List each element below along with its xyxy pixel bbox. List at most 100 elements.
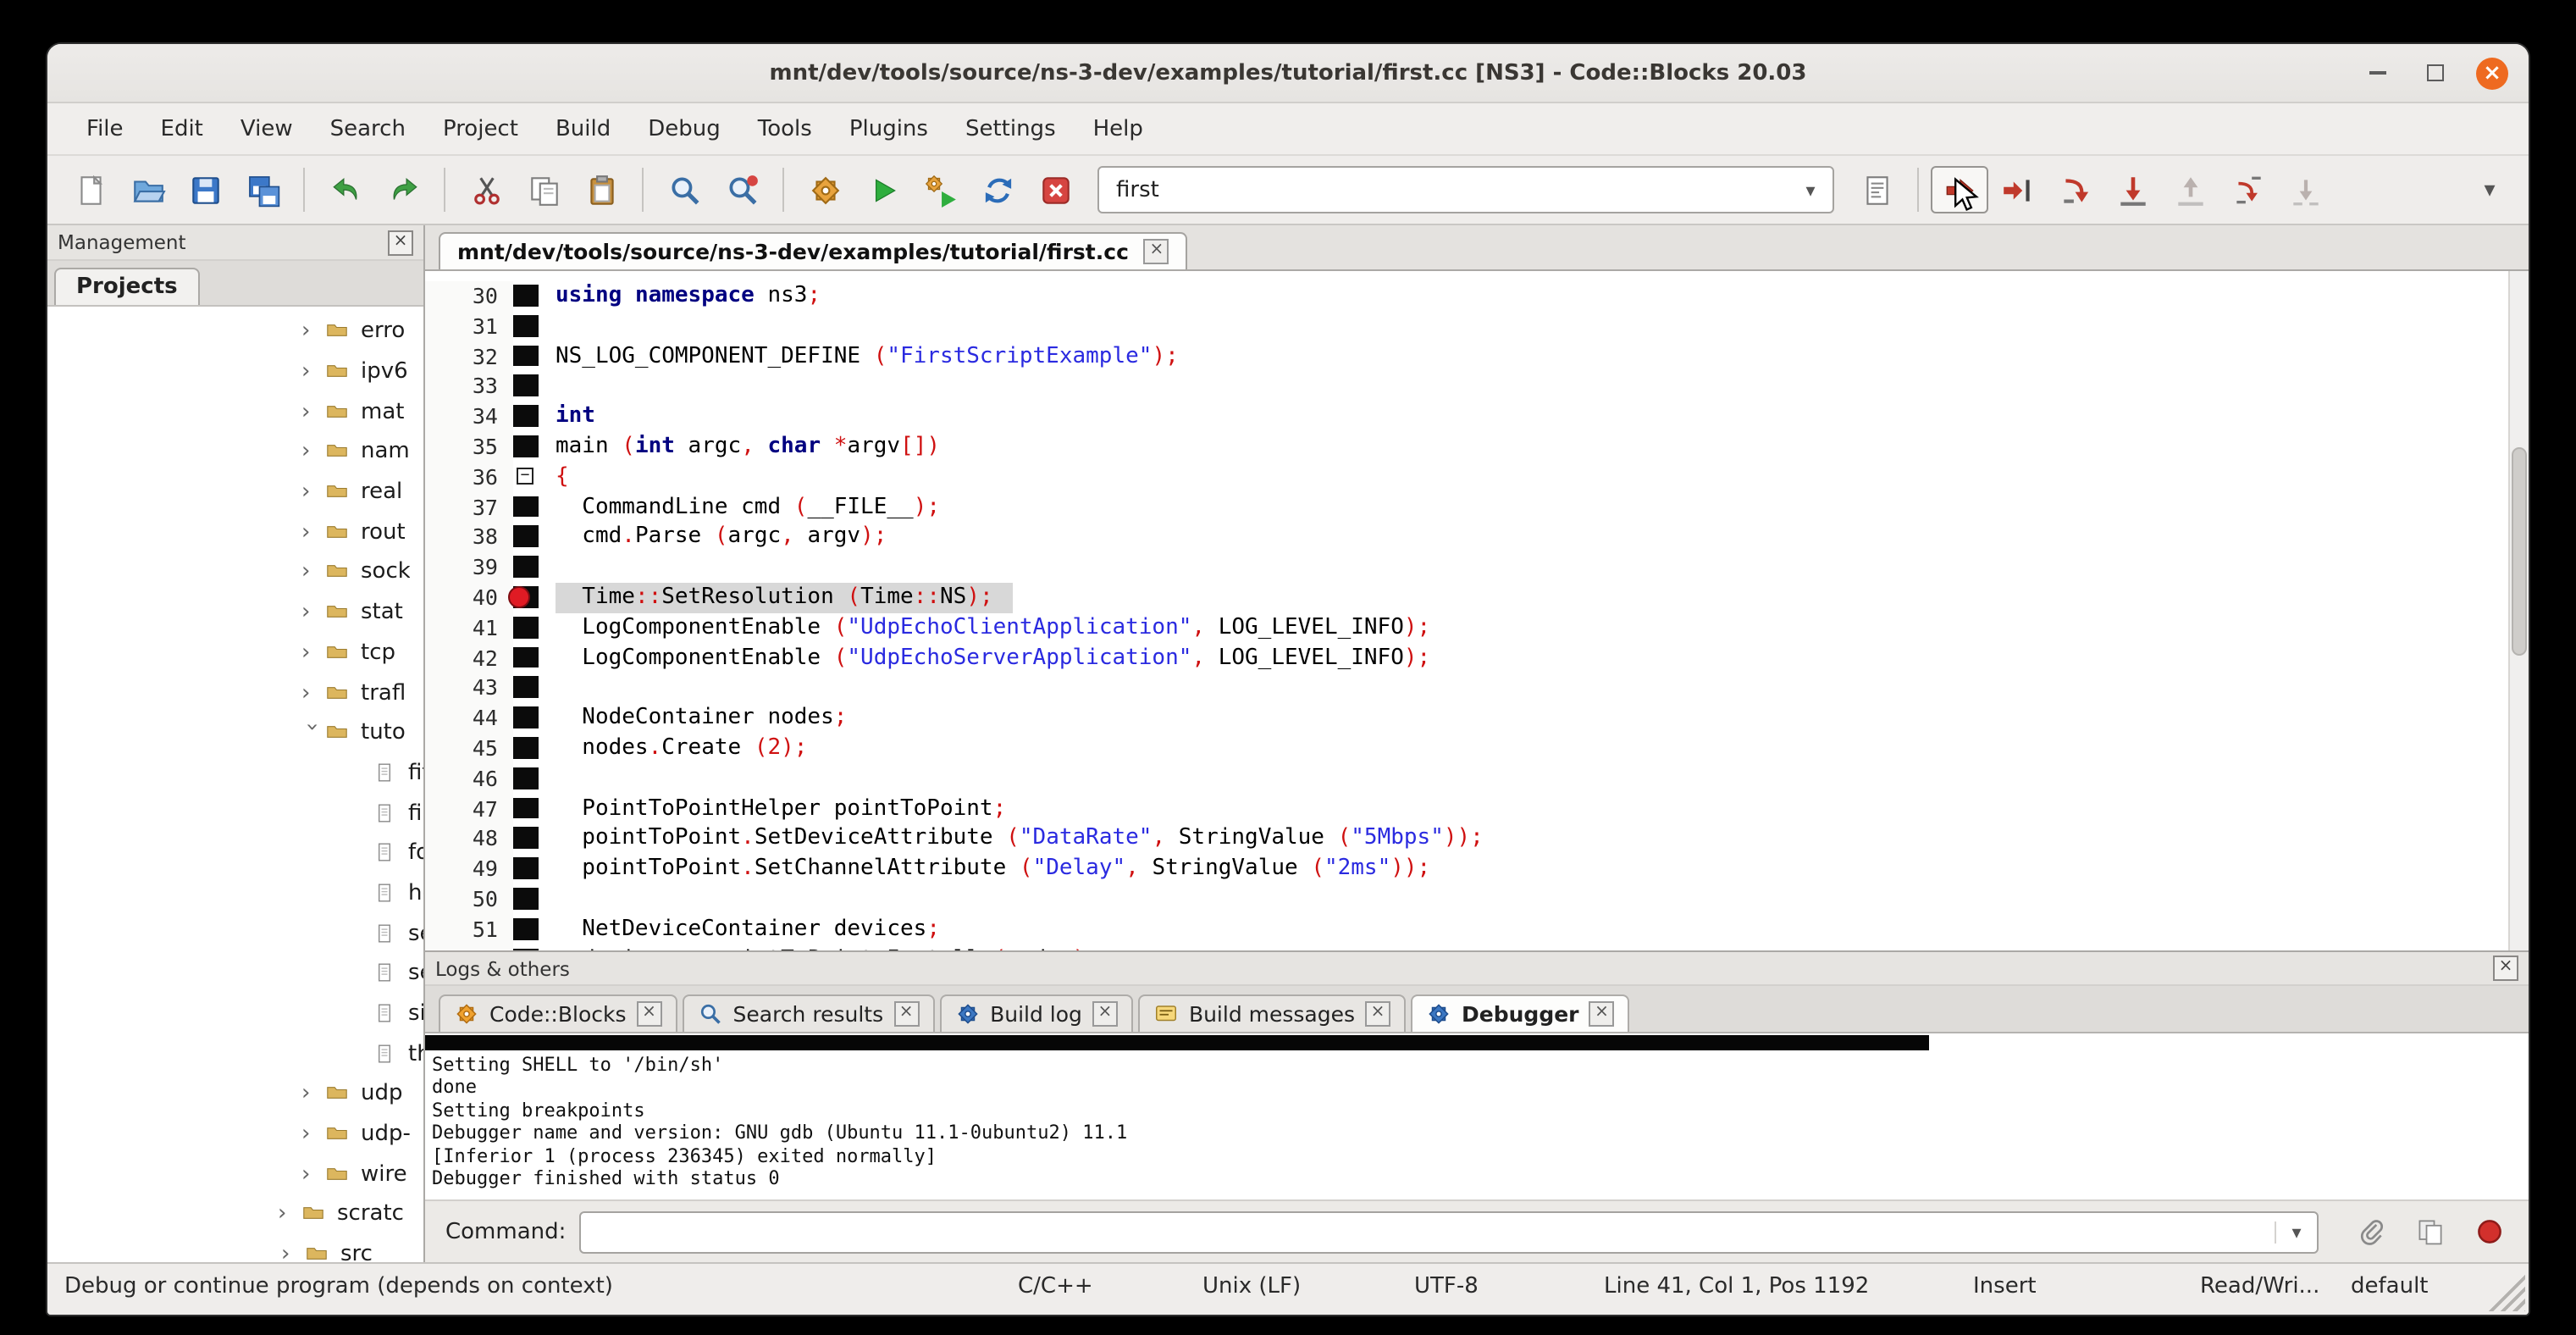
command-dropdown-icon[interactable]: ▾ [2275,1221,2317,1243]
maximize-button[interactable] [2418,57,2451,89]
code-text[interactable] [539,552,2529,583]
build-target-combo[interactable]: first▾ [1097,166,1834,213]
code-text[interactable]: main (int argc, char *argv[]) [539,432,2529,463]
logs-close-icon[interactable]: × [2493,956,2518,981]
find-button[interactable] [655,166,713,213]
fold-margin[interactable] [513,372,539,402]
chevron-right-icon[interactable]: › [301,1122,322,1147]
line-number[interactable]: 31 [425,312,513,342]
save-button[interactable] [176,166,234,213]
line-number[interactable]: 48 [425,824,513,855]
editor-tab-first-cc[interactable]: mnt/dev/tools/source/ns-3-dev/examples/t… [439,232,1188,269]
chevron-right-icon[interactable]: › [301,440,322,465]
code-text[interactable]: { [539,463,2529,493]
line-number[interactable]: 49 [425,854,513,884]
fold-margin[interactable] [513,703,539,734]
cut-button[interactable] [457,166,515,213]
fold-margin[interactable] [513,613,539,644]
tab-close-icon[interactable]: × [637,1001,662,1027]
code-text[interactable]: cmd.Parse (argc, argv); [539,523,2529,553]
copy-output-button[interactable] [2408,1211,2452,1252]
tree-item-se[interactable]: se [47,914,423,954]
code-text[interactable] [539,312,2529,342]
step-into-instruction-button[interactable] [2276,166,2334,213]
tab-close-icon[interactable]: × [1589,1001,1615,1027]
fold-margin[interactable] [513,854,539,884]
code-text[interactable] [539,372,2529,402]
log-tab-build-messages[interactable]: Build messages× [1138,994,1406,1032]
chevron-right-icon[interactable]: › [281,1242,301,1262]
code-text[interactable]: LogComponentEnable ("UdpEchoClientApplic… [539,613,2529,644]
fold-margin[interactable] [513,402,539,432]
minimize-button[interactable] [2361,57,2393,89]
management-close-icon[interactable]: × [388,230,413,255]
fold-margin[interactable] [513,312,539,342]
tree-item-tuto[interactable]: ›tuto [47,713,423,753]
debug-continue-button[interactable] [1931,166,1988,213]
step-into-button[interactable] [2103,166,2161,213]
chevron-right-icon[interactable]: › [301,680,322,706]
save-all-button[interactable] [234,166,291,213]
line-number[interactable]: 34 [425,402,513,432]
open-file-button[interactable] [119,166,176,213]
redo-button[interactable] [374,166,432,213]
step-out-button[interactable] [2161,166,2219,213]
code-text[interactable]: nodes.Create (2); [539,734,2529,764]
stop-debugger-button[interactable] [2468,1211,2512,1252]
tree-item-th[interactable]: th [47,1034,423,1074]
next-line-button[interactable] [2046,166,2103,213]
tree-item-erro[interactable]: ›erro [47,312,423,352]
line-number[interactable]: 35 [425,432,513,463]
code-text[interactable]: devices = pointToPoint.Install (nodes); [539,944,2529,950]
line-number[interactable]: 47 [425,794,513,824]
chevron-right-icon[interactable]: › [301,640,322,666]
menu-search[interactable]: Search [312,109,424,148]
line-number[interactable]: 37 [425,492,513,523]
code-text[interactable] [539,884,2529,915]
fold-margin[interactable] [513,552,539,583]
chevron-right-icon[interactable]: › [301,600,322,625]
tree-item-fif[interactable]: fif [47,753,423,793]
log-tab-debugger[interactable]: Debugger× [1411,994,1630,1032]
menu-plugins[interactable]: Plugins [831,109,947,148]
build-button[interactable] [796,166,854,213]
code-text[interactable]: NetDeviceContainer devices; [539,914,2529,944]
code-text[interactable]: using namespace ns3; [539,281,2529,312]
chevron-right-icon[interactable]: › [301,1162,322,1188]
code-editor[interactable]: 30using namespace ns3;3132NS_LOG_COMPONE… [425,271,2529,950]
line-number[interactable]: 32 [425,341,513,372]
tree-item-real[interactable]: ›real [47,473,423,512]
fold-margin[interactable] [513,764,539,795]
log-tab-code-blocks[interactable]: Code::Blocks× [439,994,677,1032]
tab-projects[interactable]: Projects [54,268,200,305]
menu-view[interactable]: View [222,109,312,148]
command-input[interactable] [581,1212,2275,1251]
line-number[interactable]: 36 [425,463,513,493]
copy-button[interactable] [515,166,572,213]
rebuild-button[interactable] [969,166,1026,213]
chevron-down-icon[interactable]: › [299,723,324,743]
log-tab-build-log[interactable]: Build log× [939,994,1133,1032]
resize-grip[interactable] [2483,1269,2525,1311]
chevron-right-icon[interactable]: › [301,520,322,546]
tree-item-rout[interactable]: ›rout [47,512,423,552]
line-number[interactable]: 43 [425,673,513,704]
fold-margin[interactable] [513,673,539,704]
menu-debug[interactable]: Debug [629,109,739,148]
next-instruction-button[interactable] [2219,166,2276,213]
fold-margin[interactable] [513,734,539,764]
tree-item-udp[interactable]: ›udp [47,1074,423,1114]
menu-settings[interactable]: Settings [947,109,1075,148]
code-text[interactable] [539,673,2529,704]
compile-report-button[interactable] [1848,166,1905,213]
undo-button[interactable] [317,166,374,213]
tree-item-stat[interactable]: ›stat [47,593,423,633]
tree-item-ipv6[interactable]: ›ipv6 [47,352,423,391]
chevron-down-icon[interactable]: ▾ [1788,179,1832,201]
abort-build-button[interactable] [1026,166,1084,213]
editor-tab-close-icon[interactable]: × [1144,239,1169,264]
code-text[interactable]: NodeContainer nodes; [539,703,2529,734]
toolbar-overflow-button[interactable]: ▾ [2464,177,2515,202]
selected-log-row[interactable] [425,1035,1929,1050]
find-in-files-button[interactable] [713,166,771,213]
